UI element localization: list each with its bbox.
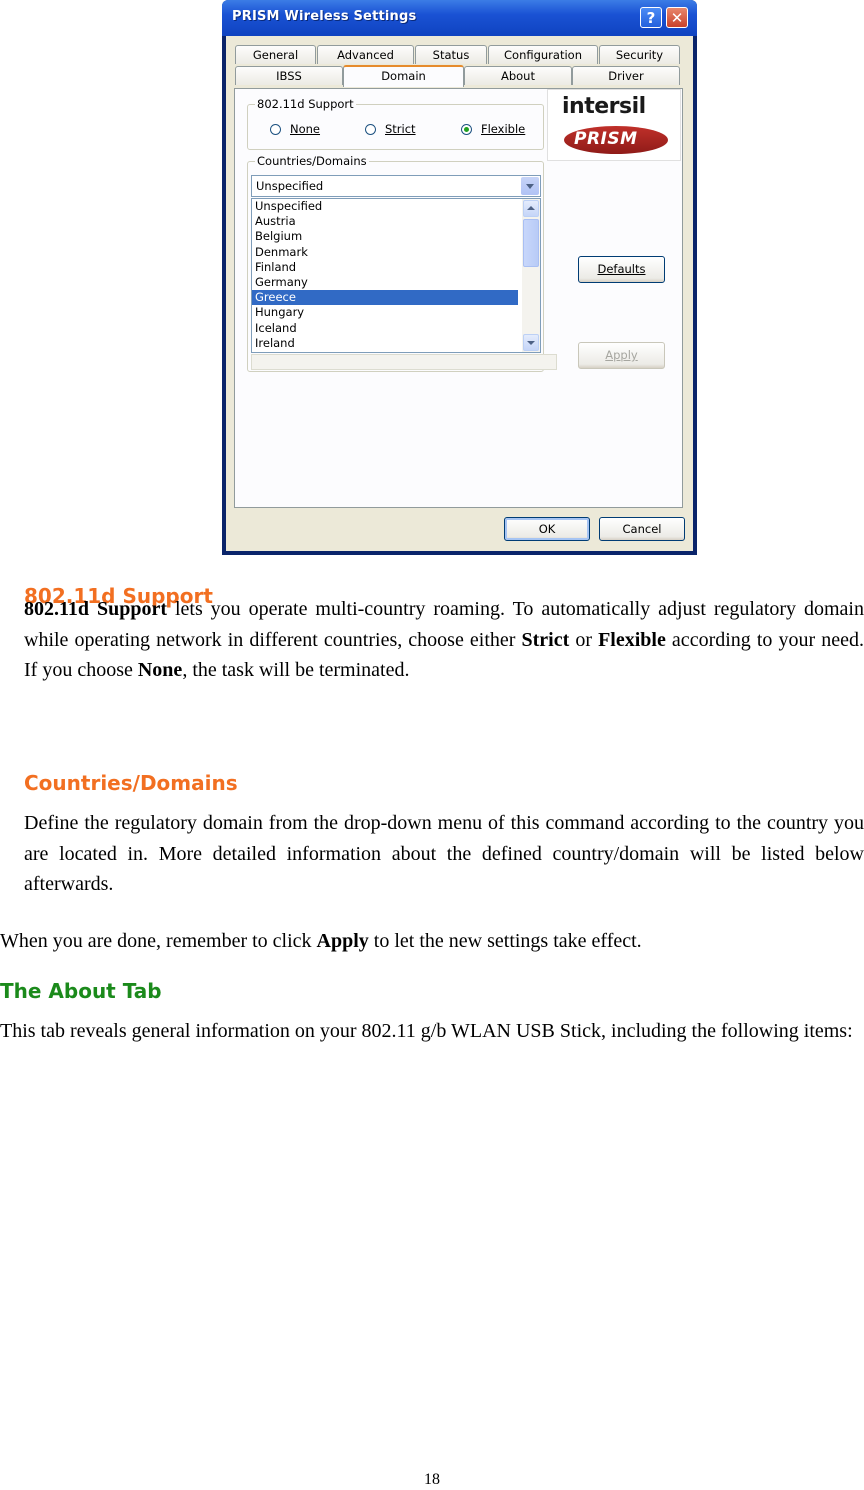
radio-strict-indicator[interactable]: [365, 123, 376, 135]
close-icon[interactable]: ✕: [666, 7, 688, 28]
dialog-client: General Advanced Status Configuration Se…: [226, 36, 693, 551]
defaults-button[interactable]: Defaults: [578, 256, 665, 283]
apply-button-label: Apply: [605, 348, 638, 362]
radio-flexible-label: Flexible: [481, 122, 526, 136]
defaults-button-label: Defaults: [597, 262, 646, 276]
radio-none-indicator[interactable]: [270, 123, 281, 135]
list-item[interactable]: Denmark: [252, 245, 518, 260]
list-item[interactable]: Belgium: [252, 229, 518, 244]
apply-text-2: to let the new settings take effect.: [368, 930, 642, 952]
prism-settings-dialog: PRISM Wireless Settings ? ✕ General Adva…: [222, 0, 697, 555]
support-text-2: or: [569, 628, 599, 651]
term-none: None: [137, 659, 183, 681]
support-text-4: , the task will be terminated.: [182, 659, 410, 681]
dialog-title: PRISM Wireless Settings: [232, 9, 417, 24]
list-item[interactable]: Ireland: [252, 336, 518, 351]
list-item[interactable]: Germany: [252, 275, 518, 290]
prism-logo-badge: PRISM: [564, 126, 668, 154]
term-flexible: Flexible: [598, 628, 666, 651]
tab-advanced[interactable]: Advanced: [317, 45, 414, 64]
apply-text-1: When you are done, remember to click: [0, 930, 317, 952]
title-bar[interactable]: PRISM Wireless Settings ? ✕: [222, 0, 697, 36]
country-dropdown[interactable]: Unspecified: [251, 175, 541, 197]
cancel-button[interactable]: Cancel: [599, 517, 685, 541]
radio-strict[interactable]: Strict: [365, 122, 416, 136]
list-item[interactable]: Unspecified: [252, 199, 518, 214]
list-item[interactable]: Hungary: [252, 305, 518, 320]
country-dropdown-value: Unspecified: [256, 179, 324, 193]
term-strict: Strict: [521, 628, 570, 651]
tab-about[interactable]: About: [464, 66, 572, 85]
list-item[interactable]: Finland: [252, 260, 518, 275]
domain-tab-panel: 802.11d Support None Strict Flexible Cou…: [234, 88, 683, 508]
term-apply: Apply: [316, 930, 369, 952]
countries-group-label: Countries/Domains: [255, 154, 369, 168]
radio-flexible-indicator[interactable]: [461, 123, 472, 135]
scroll-up-icon[interactable]: [523, 200, 539, 217]
tab-driver[interactable]: Driver: [572, 66, 680, 85]
term-802-11d-support: 802.11d Support: [24, 598, 167, 620]
heading-countries-domains: Countries/Domains: [24, 771, 238, 795]
countries-paragraph: Define the regulatory domain from the dr…: [24, 812, 864, 895]
country-listbox[interactable]: Unspecified Austria Belgium Denmark Finl…: [251, 198, 541, 353]
heading-about-tab: The About Tab: [0, 979, 162, 1003]
intersil-prism-logo: intersil PRISM: [547, 89, 681, 161]
tab-domain[interactable]: Domain: [343, 65, 464, 87]
horizontal-scrollbar[interactable]: [251, 354, 557, 370]
about-paragraph: This tab reveals general information on …: [0, 1020, 853, 1042]
list-item[interactable]: Iceland: [252, 321, 518, 336]
scrollbar-thumb[interactable]: [523, 219, 539, 267]
radio-strict-label: Strict: [385, 122, 416, 136]
help-icon[interactable]: ?: [640, 7, 662, 28]
listbox-scrollbar[interactable]: [522, 199, 540, 352]
radio-none-label: None: [290, 122, 321, 136]
list-item[interactable]: Austria: [252, 214, 518, 229]
tab-ibss[interactable]: IBSS: [235, 66, 343, 85]
ok-button[interactable]: OK: [504, 517, 590, 541]
tab-security[interactable]: Security: [599, 45, 680, 64]
scroll-down-icon[interactable]: [523, 334, 539, 351]
support-group: 802.11d Support None Strict Flexible: [247, 97, 544, 150]
apply-paragraph: When you are done, remember to click App…: [0, 926, 864, 957]
prism-logo-text: PRISM: [574, 129, 638, 149]
radio-none[interactable]: None: [270, 122, 320, 136]
page-number: 18: [424, 1471, 440, 1488]
support-paragraph: 802.11d Support lets you operate multi-c…: [24, 594, 864, 686]
chevron-down-icon[interactable]: [521, 177, 539, 195]
intersil-logo-text: intersil: [562, 94, 646, 119]
apply-button[interactable]: Apply: [578, 342, 665, 369]
radio-flexible[interactable]: Flexible: [461, 122, 525, 136]
tab-configuration[interactable]: Configuration: [488, 45, 598, 64]
list-item-selected[interactable]: Greece: [252, 290, 518, 306]
tab-general[interactable]: General: [235, 45, 316, 64]
support-group-label: 802.11d Support: [255, 97, 356, 111]
tab-status[interactable]: Status: [415, 45, 487, 64]
